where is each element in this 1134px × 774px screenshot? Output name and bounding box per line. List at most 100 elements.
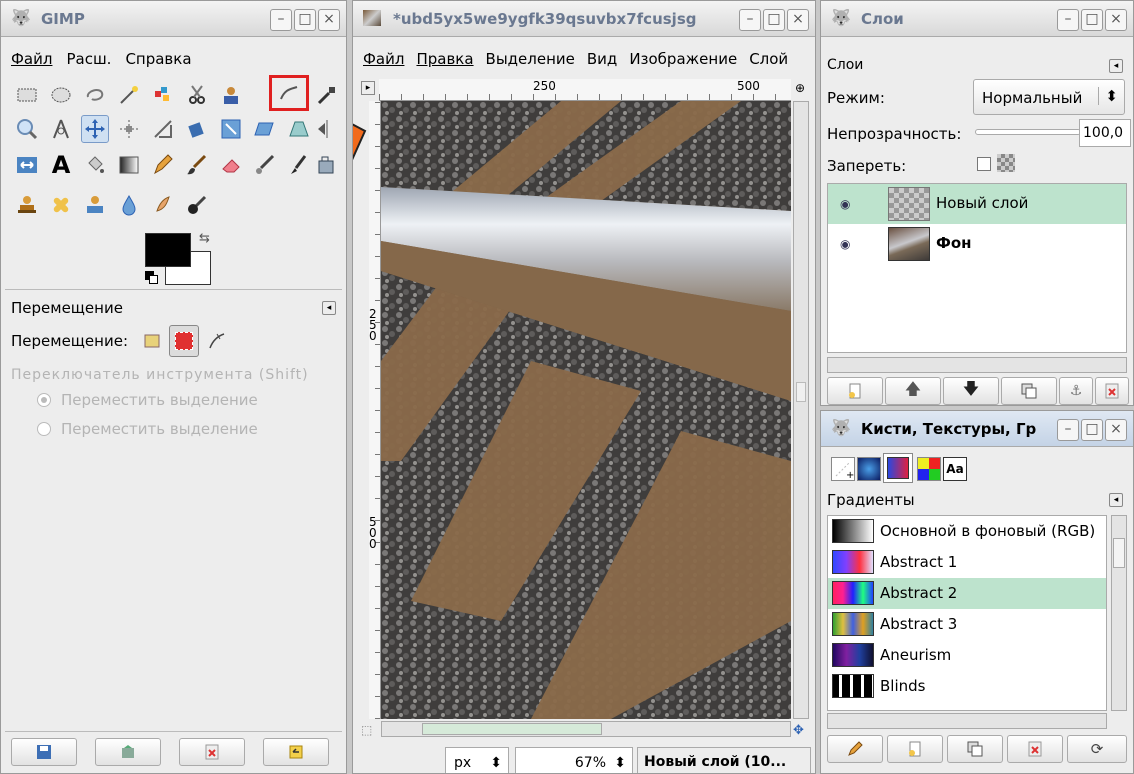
flip-tool-icon[interactable] bbox=[13, 151, 41, 179]
foreground-select-icon[interactable] bbox=[217, 81, 245, 109]
image-maximize-button[interactable]: □ bbox=[763, 9, 785, 31]
image-canvas[interactable] bbox=[381, 101, 791, 719]
airbrush-icon[interactable] bbox=[251, 151, 279, 179]
flip-icon[interactable] bbox=[313, 115, 341, 143]
bucket-fill-icon[interactable] bbox=[81, 151, 109, 179]
brushes-close-button[interactable]: × bbox=[1105, 419, 1127, 441]
lasso-icon[interactable] bbox=[81, 81, 109, 109]
vertical-ruler[interactable]: 250 500 bbox=[369, 101, 381, 719]
layer-row[interactable]: ◉ Новый слой bbox=[828, 184, 1126, 224]
visibility-eye-icon[interactable]: ◉ bbox=[840, 197, 850, 211]
menu-layer[interactable]: Слой bbox=[749, 50, 788, 68]
crop-icon[interactable] bbox=[149, 115, 177, 143]
unit-combo[interactable]: px ⬍ bbox=[445, 747, 509, 773]
reset-options-button[interactable] bbox=[263, 738, 329, 766]
menu-edit[interactable]: Правка bbox=[416, 50, 473, 68]
new-gradient-button[interactable] bbox=[887, 735, 943, 763]
quickmask-icon[interactable]: ⬚ bbox=[361, 723, 372, 737]
minimize-button[interactable]: – bbox=[270, 9, 292, 31]
tab-palettes[interactable] bbox=[917, 457, 941, 481]
menu-extensions[interactable]: Расш. bbox=[66, 50, 111, 68]
menu-file[interactable]: Файл bbox=[11, 50, 52, 68]
navigate-icon[interactable]: ✥ bbox=[793, 723, 804, 738]
move-selection-icon[interactable] bbox=[169, 325, 199, 357]
opacity-spin[interactable]: 100,0 bbox=[1079, 119, 1131, 147]
menu-help[interactable]: Справка bbox=[125, 50, 191, 68]
list-item[interactable]: Основной в фоновый (RGB) bbox=[828, 516, 1106, 547]
zoom-combo[interactable]: 67% ⬍ bbox=[515, 747, 633, 773]
raise-layer-button[interactable]: 🡅 bbox=[885, 377, 941, 405]
fuzzy-select-icon[interactable] bbox=[115, 81, 143, 109]
smudge-icon[interactable] bbox=[149, 191, 177, 219]
menu-file[interactable]: Файл bbox=[363, 50, 404, 68]
radio-move-selection-1[interactable] bbox=[37, 393, 51, 407]
visibility-eye-icon[interactable]: ◉ bbox=[840, 237, 850, 251]
zoom-corner-icon[interactable]: ⊕ bbox=[795, 81, 805, 95]
delete-gradient-button[interactable] bbox=[1007, 735, 1063, 763]
gradients-v-scrollbar[interactable] bbox=[1111, 515, 1127, 711]
layers-maximize-button[interactable]: □ bbox=[1081, 9, 1103, 31]
stamp-icon[interactable] bbox=[13, 191, 41, 219]
text-tool-icon[interactable]: A bbox=[47, 151, 75, 179]
vertical-scrollbar[interactable] bbox=[793, 101, 809, 719]
mode-combo[interactable]: Нормальный ⬍ bbox=[973, 79, 1125, 115]
image-close-button[interactable]: × bbox=[787, 9, 809, 31]
eraser-icon[interactable] bbox=[217, 151, 245, 179]
list-item[interactable]: Blinds bbox=[828, 671, 1106, 702]
layer-row[interactable]: ◉ Фон bbox=[828, 224, 1126, 264]
blend-icon[interactable] bbox=[115, 151, 143, 179]
radio-move-selection-2[interactable] bbox=[37, 422, 51, 436]
move-tool-icon[interactable] bbox=[81, 115, 109, 143]
zoom-icon[interactable] bbox=[13, 115, 41, 143]
pencil-icon[interactable] bbox=[149, 151, 177, 179]
refresh-gradients-button[interactable]: ⟳ bbox=[1067, 735, 1127, 763]
restore-options-button[interactable] bbox=[95, 738, 161, 766]
new-layer-button[interactable] bbox=[827, 377, 883, 405]
duplicate-gradient-button[interactable] bbox=[947, 735, 1003, 763]
color-picker-icon[interactable] bbox=[313, 81, 341, 109]
perspective-clone-icon[interactable] bbox=[81, 191, 109, 219]
opacity-slider[interactable] bbox=[975, 129, 1081, 135]
close-button[interactable]: × bbox=[318, 9, 340, 31]
delete-layer-button[interactable] bbox=[1095, 377, 1129, 405]
anchor-layer-button[interactable]: ⚓ bbox=[1059, 377, 1093, 405]
blur-icon[interactable] bbox=[115, 191, 143, 219]
layers-h-scrollbar[interactable] bbox=[827, 357, 1127, 373]
move-layer-icon[interactable] bbox=[139, 327, 167, 355]
tab-brushes[interactable]: + bbox=[831, 457, 855, 481]
color-select-icon[interactable] bbox=[149, 81, 177, 109]
perspective-icon[interactable] bbox=[285, 115, 313, 143]
brushes-minimize-button[interactable]: – bbox=[1057, 419, 1079, 441]
edit-gradient-button[interactable] bbox=[827, 735, 883, 763]
maximize-button[interactable]: □ bbox=[294, 9, 316, 31]
scale-icon[interactable] bbox=[217, 115, 245, 143]
delete-options-button[interactable] bbox=[179, 738, 245, 766]
default-colors-icon[interactable] bbox=[145, 271, 159, 285]
move-path-icon[interactable] bbox=[203, 327, 231, 355]
paintbrush-icon[interactable] bbox=[183, 151, 211, 179]
heal-icon[interactable] bbox=[47, 191, 75, 219]
list-item[interactable]: Abstract 3 bbox=[828, 609, 1106, 640]
ink-icon[interactable] bbox=[285, 151, 313, 179]
clone-icon[interactable] bbox=[313, 151, 341, 179]
lower-layer-button[interactable]: 🡇 bbox=[943, 377, 999, 405]
shear-icon[interactable] bbox=[251, 115, 279, 143]
list-item[interactable]: Abstract 2 bbox=[828, 578, 1106, 609]
swap-colors-icon[interactable]: ⇆ bbox=[199, 231, 210, 246]
gradients-menu-icon[interactable]: ◂ bbox=[1109, 493, 1123, 507]
image-minimize-button[interactable]: – bbox=[739, 9, 761, 31]
tab-patterns[interactable] bbox=[857, 457, 881, 481]
layers-close-button[interactable]: × bbox=[1105, 9, 1127, 31]
options-menu-icon[interactable]: ◂ bbox=[322, 301, 336, 315]
gradients-h-scrollbar[interactable] bbox=[827, 713, 1107, 729]
rotate-icon[interactable] bbox=[183, 115, 211, 143]
tab-gradients[interactable] bbox=[883, 453, 913, 483]
align-icon[interactable] bbox=[115, 115, 143, 143]
menu-view[interactable]: Вид bbox=[587, 50, 617, 68]
menu-image[interactable]: Изображение bbox=[629, 50, 737, 68]
horizontal-scrollbar[interactable] bbox=[381, 721, 791, 737]
layers-menu-icon[interactable]: ◂ bbox=[1109, 59, 1123, 73]
list-item[interactable]: Aneurism bbox=[828, 640, 1106, 671]
paths-tool-icon[interactable] bbox=[269, 75, 309, 111]
rect-select-icon[interactable] bbox=[13, 81, 41, 109]
